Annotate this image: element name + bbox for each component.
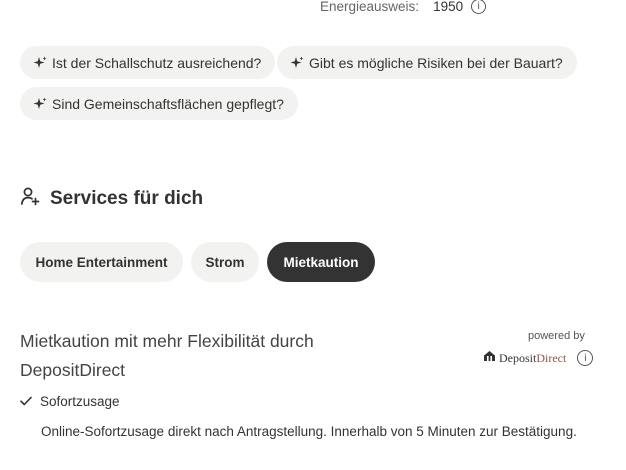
tab-strom[interactable]: Strom xyxy=(191,242,259,282)
info-icon[interactable]: i xyxy=(577,350,594,366)
house-icon xyxy=(483,349,496,367)
prompt-chip-gemeinschaftsflaechen[interactable]: Sind Gemeinschaftsflächen gepflegt? xyxy=(20,87,298,120)
feature-item: Sofortzusage xyxy=(20,394,120,409)
offer-title: Mietkaution mit mehr Flexibilität durch … xyxy=(20,331,314,380)
services-title: Services für dich xyxy=(50,187,204,209)
prompt-label: Sind Gemeinschaftsflächen gepflegt? xyxy=(52,95,284,112)
energy-value: 1950 xyxy=(433,0,464,14)
sparkle-icon xyxy=(289,56,305,70)
prompt-label: Gibt es mögliche Risiken bei der Bauart? xyxy=(309,54,563,71)
feature-label: Sofortzusage xyxy=(40,394,120,409)
tab-label: Home Entertainment xyxy=(35,254,168,270)
feature-description: Online-Sofortzusage direkt nach Antragst… xyxy=(41,424,577,439)
powered-by-label: powered by xyxy=(528,330,585,342)
provider-name: DepositDirect xyxy=(499,350,567,365)
services-header: Services für dich xyxy=(20,186,203,211)
tab-home-entertainment[interactable]: Home Entertainment xyxy=(20,242,183,282)
energy-label: Energieausweis: xyxy=(320,0,420,14)
tab-label: Strom xyxy=(205,254,245,270)
deposit-direct-logo: DepositDirect i xyxy=(483,349,594,367)
energy-certificate-row: Energieausweis: 1950 i xyxy=(320,0,487,14)
prompt-label: Ist der Schallschutz ausreichend? xyxy=(52,54,262,71)
prompt-chip-schallschutz[interactable]: Ist der Schallschutz ausreichend? xyxy=(20,46,276,79)
tab-label: Mietkaution xyxy=(283,254,359,270)
prompt-chip-risiken[interactable]: Gibt es mögliche Risiken bei der Bauart? xyxy=(277,46,577,79)
check-icon xyxy=(20,394,32,409)
tab-mietkaution[interactable]: Mietkaution xyxy=(267,242,375,282)
sparkle-icon xyxy=(32,97,48,111)
sparkle-icon xyxy=(32,56,48,70)
user-add-icon xyxy=(20,186,40,211)
info-icon[interactable]: i xyxy=(471,0,487,14)
